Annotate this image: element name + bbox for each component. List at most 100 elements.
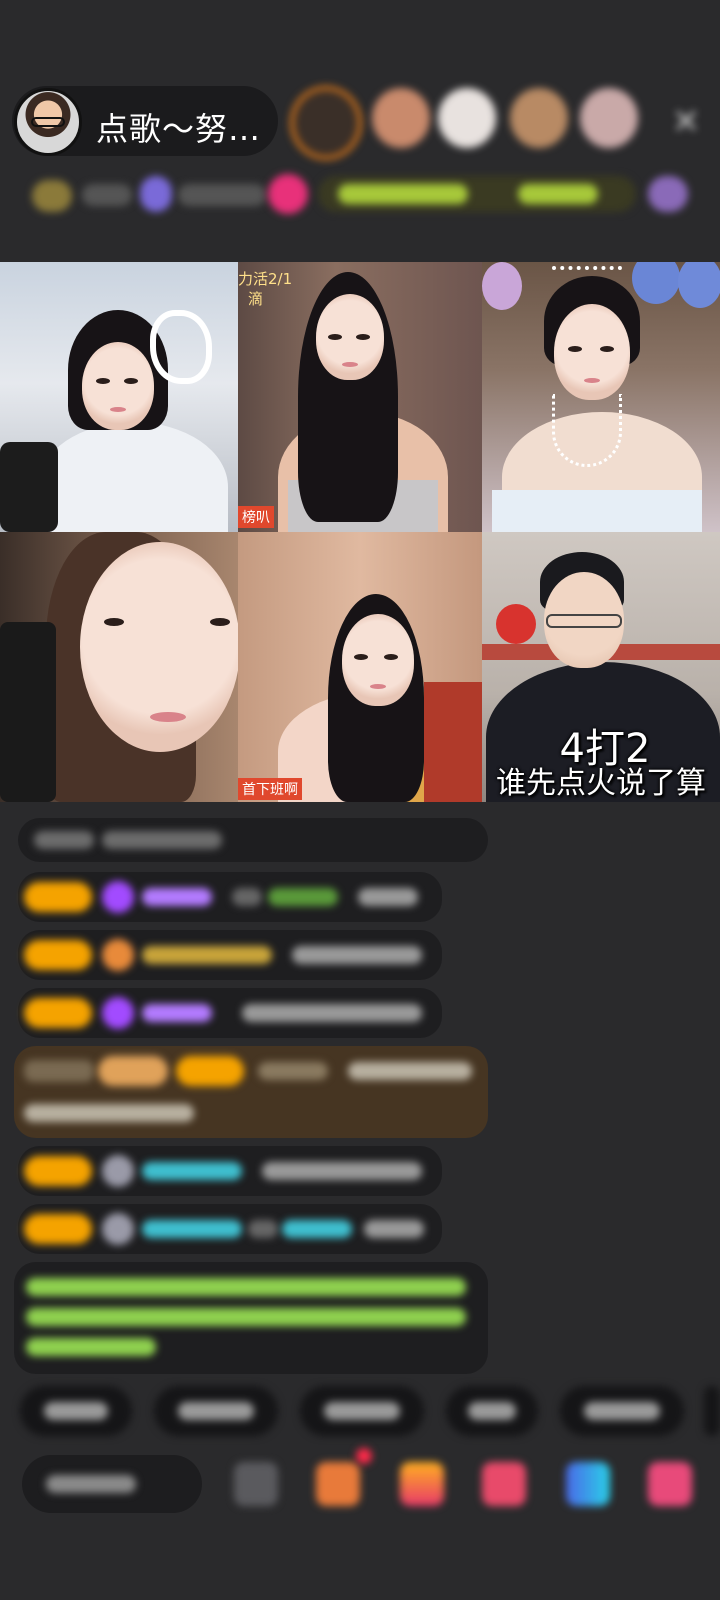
gift-icon[interactable] [648, 1462, 692, 1506]
mouth [150, 712, 186, 722]
pk-icon[interactable] [566, 1462, 610, 1506]
mouth [342, 362, 358, 367]
gift-box-icon[interactable] [316, 1462, 360, 1506]
heart-icon [102, 939, 134, 971]
video-cell-3[interactable] [482, 262, 720, 532]
rank-item [338, 184, 468, 204]
chat-message[interactable] [18, 1146, 442, 1196]
game-icon[interactable] [482, 1462, 526, 1506]
eye [600, 346, 614, 352]
username [142, 1004, 212, 1022]
activity-tag: 力活2/1 [238, 270, 293, 288]
fan-club-icon[interactable] [400, 1462, 444, 1506]
emoji-icon[interactable] [234, 1462, 278, 1506]
eye [384, 654, 398, 660]
level-badge [24, 940, 92, 970]
username [258, 1062, 328, 1080]
guest-face [342, 614, 414, 706]
chip-label [584, 1402, 660, 1420]
chat-system-green [14, 1262, 488, 1374]
eye [356, 334, 370, 340]
guest-body [38, 422, 228, 532]
rank-tag: 榜叭 [238, 506, 274, 528]
guest-face [316, 294, 384, 380]
level-badge [24, 882, 92, 912]
tiara [552, 266, 622, 284]
video-cell-5[interactable]: 首下班啊 [238, 532, 482, 802]
quick-chip-3[interactable] [300, 1386, 424, 1436]
rank-item [178, 184, 266, 206]
activity-tag-2: 滴 [248, 290, 264, 308]
host-avatar[interactable] [14, 88, 82, 156]
level-badge [176, 1056, 244, 1086]
quick-chip-4[interactable] [446, 1386, 538, 1436]
chat-message[interactable] [18, 930, 442, 980]
username [142, 888, 212, 906]
message-text [292, 946, 422, 964]
ranking-strip[interactable] [18, 170, 700, 222]
username [142, 1162, 242, 1180]
level-badge [24, 1156, 92, 1186]
message-text [102, 831, 222, 849]
necklace [552, 394, 622, 467]
message-text [26, 1278, 466, 1296]
pk-caption-line2: 谁先点火说了算 [496, 766, 706, 801]
message-text [262, 1162, 422, 1180]
status-tag: 首下班啊 [238, 778, 302, 800]
eye [210, 618, 230, 626]
message-text [24, 1104, 194, 1122]
guest-face [554, 304, 630, 400]
user-icon [102, 1155, 134, 1187]
rank-item [140, 176, 172, 212]
viewer-avatar-4[interactable] [510, 88, 568, 148]
message-text [242, 1004, 422, 1022]
eye [354, 654, 368, 660]
background-curtain [424, 682, 482, 802]
message-text [358, 888, 418, 906]
eye [96, 378, 110, 384]
video-grid: 力活2/1 滴 榜叭 首下班啊 4打2 谁先点火说了算 [0, 262, 720, 802]
message-text [364, 1220, 424, 1238]
mirror-frame [150, 310, 212, 384]
eye [104, 618, 124, 626]
balloon [482, 262, 522, 310]
eye [124, 378, 138, 384]
chat-message-highlight[interactable] [14, 1046, 488, 1138]
quick-chip-2[interactable] [154, 1386, 278, 1436]
balloon [678, 262, 720, 308]
viewer-avatar-1[interactable] [290, 86, 362, 160]
viewer-avatar-3[interactable] [438, 88, 496, 148]
rank-item [648, 176, 688, 212]
quick-chip-5[interactable] [560, 1386, 684, 1436]
chat-message[interactable] [18, 988, 442, 1038]
video-cell-1[interactable] [0, 262, 238, 532]
rank-item [518, 184, 598, 204]
guest-face [82, 342, 154, 430]
quick-chip-6[interactable] [704, 1386, 720, 1436]
guest-dress [492, 490, 702, 532]
user-icon [102, 1213, 134, 1245]
balloon [632, 262, 680, 304]
glasses [546, 614, 622, 628]
video-cell-2[interactable]: 力活2/1 滴 榜叭 [238, 262, 482, 532]
diamond-icon [102, 997, 134, 1029]
rank-item [82, 184, 132, 206]
level-badge [24, 998, 92, 1028]
viewer-avatar-2[interactable] [372, 88, 430, 148]
close-icon[interactable]: ✕ [668, 104, 704, 140]
chat-input[interactable] [22, 1455, 202, 1513]
host-title[interactable]: 点歌～努… [96, 104, 261, 150]
viewer-avatar-5[interactable] [580, 88, 638, 148]
notification-dot [356, 1448, 372, 1464]
video-cell-6[interactable]: 4打2 谁先点火说了算 [482, 532, 720, 802]
video-cell-4[interactable] [0, 532, 238, 802]
quick-chip-1[interactable] [20, 1386, 132, 1436]
chat-message[interactable] [18, 872, 442, 922]
rank-item [268, 174, 308, 214]
message-text [248, 1220, 278, 1238]
chat-message[interactable] [18, 1204, 442, 1254]
diamond-icon [102, 881, 134, 913]
message-text [34, 831, 94, 849]
message-text [232, 888, 262, 906]
message-text [348, 1062, 472, 1080]
